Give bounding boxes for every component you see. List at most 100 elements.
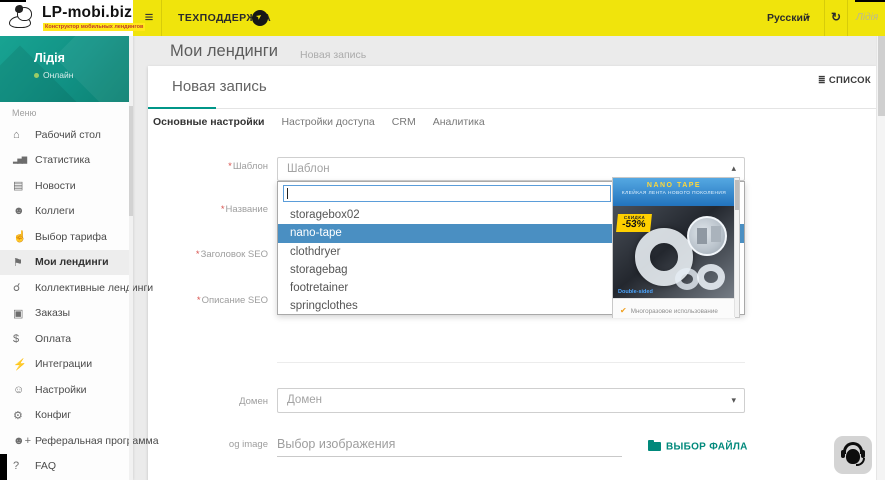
users-icon: ☻ [13, 205, 25, 218]
discount-badge: СКИДКА -53% [616, 214, 652, 232]
question-icon: ? [13, 460, 20, 473]
cart-icon: ▣ [13, 307, 24, 320]
dropdown-search-input[interactable] [283, 185, 611, 202]
preview-product-title: NANO TAPE [646, 182, 702, 189]
tape-roll-graphic [697, 264, 725, 290]
dog-logo-icon [7, 5, 37, 31]
brand-tagline: Конструктор мобильных лендингов [43, 23, 146, 31]
refresh-icon[interactable]: ↻ [831, 10, 841, 24]
hand-icon: ☝ [13, 231, 27, 244]
topbar-username[interactable]: Лідія [856, 12, 878, 23]
tab-основные-настройки[interactable]: Основные настройки [153, 109, 264, 135]
preview-feature-row: ✔ Многоразовое использование [613, 298, 735, 318]
sidebar-item-коллеги[interactable]: ☻ Коллеги [0, 199, 129, 225]
sidebar-item-label: Настройки [35, 383, 87, 396]
dollar-icon: $ [13, 332, 20, 345]
page-scrollbar[interactable] [876, 36, 885, 480]
domain-select[interactable]: Домен ▾ [277, 388, 745, 413]
sidebar-item-label: Мои лендинги [35, 256, 109, 269]
breadcrumb: Новая запись [300, 49, 367, 61]
sidebar-item-label: Выбор тарифа [35, 230, 107, 243]
user-plus-icon: ☻+ [13, 434, 31, 447]
sidebar-item-faq[interactable]: ? FAQ [0, 454, 129, 480]
sidebar-item-label: Заказы [35, 307, 71, 320]
preview-caption: Double-sided [618, 289, 653, 295]
landing-icon: ⚑ [13, 256, 23, 269]
tabbar: Основные настройки Настройки доступа CRM Ан… [148, 109, 485, 135]
topbar-divider [847, 0, 848, 36]
sidebar-user-status: Онлайн [34, 70, 73, 80]
sidebar-item-реферальная-программа[interactable]: ☻+ Реферальная программа [0, 428, 159, 454]
sidebar-toggle-button[interactable]: ≡ [139, 8, 159, 28]
form-divider [277, 362, 745, 363]
sidebar-item-настройки[interactable]: ☺ Настройки [0, 377, 129, 403]
person-icon: ☺ [13, 383, 25, 396]
preview-banner-header: NANO TAPE КЛЕЙКАЯ ЛЕНТА НОВОГО ПОКОЛЕНИЯ [613, 178, 735, 206]
sidebar-item-выбор-тарифа[interactable]: ☝ Выбор тарифа [0, 224, 129, 250]
news-icon: ▤ [13, 180, 24, 193]
video-artifact [855, 0, 885, 2]
text-cursor [287, 188, 288, 199]
sidebar-user-name: Лідія [34, 51, 65, 65]
list-button[interactable]: ≣ СПИСОК [818, 75, 871, 86]
logo-block[interactable]: LP-mobi.biz Конструктор мобильных лендин… [0, 0, 146, 36]
support-chat-widget[interactable] [834, 436, 872, 474]
sidebar-item-label: Реферальная программа [35, 434, 159, 447]
page-title: Мои лендинги [170, 42, 279, 60]
tab-crm[interactable]: CRM [392, 109, 416, 135]
language-selector[interactable]: Русский [767, 12, 809, 24]
gear-icon: ⚙ [13, 409, 23, 422]
telegram-icon[interactable]: ➤ [252, 10, 268, 26]
template-preview-popup: NANO TAPE КЛЕЙКАЯ ЛЕНТА НОВОГО ПОКОЛЕНИЯ… [612, 177, 740, 318]
sidebar-item-label: Оплата [35, 332, 72, 345]
sidebar-item-рабочий-стол[interactable]: ⌂ Рабочий стол [0, 122, 129, 148]
og-image-input[interactable]: Выбор изображения [277, 437, 395, 451]
sidebar-menu: ⌂ Рабочий стол ▂▅▇ Статистика ▤ Новости ☻ Колле… [0, 122, 159, 480]
sidebar-item-новости[interactable]: ▤ Новости [0, 173, 129, 199]
sidebar-item-label: Статистика [35, 154, 91, 167]
tab-настройки-доступа[interactable]: Настройки доступа [281, 109, 374, 135]
sidebar-item-статистика[interactable]: ▂▅▇ Статистика [0, 148, 129, 174]
og-image-underline [277, 456, 622, 457]
sidebar-item-интеграции[interactable]: ⚡ Интеграции [0, 352, 129, 378]
sidebar-item-оплата[interactable]: $ Оплата [0, 326, 129, 352]
preview-scrollbar[interactable] [734, 178, 739, 317]
video-artifact [0, 454, 7, 480]
topbar-divider [824, 0, 825, 36]
video-artifact [0, 0, 26, 2]
template-select-placeholder: Шаблон [287, 163, 330, 175]
sidebar-user-panel: Лідія Онлайн [0, 36, 133, 102]
online-dot-icon [34, 73, 39, 79]
sidebar-scrollbar[interactable] [129, 36, 133, 480]
topbar-divider [161, 0, 162, 36]
sidebar-item-label: Коллективные лендинги [35, 281, 154, 294]
sidebar-item-label: Интеграции [35, 358, 93, 371]
preview-product-subtitle: КЛЕЙКАЯ ЛЕНТА НОВОГО ПОКОЛЕНИЯ [621, 191, 727, 196]
choose-file-button[interactable]: ВЫБОР ФАЙЛА [648, 438, 748, 456]
sidebar-item-конфиг[interactable]: ⚙ Конфиг [0, 403, 129, 429]
preview-product-image: СКИДКА -53% Double-sided [613, 206, 735, 298]
sidebar: Лідія Онлайн Меню ⌂ Рабочий стол ▂▅▇ Статис… [0, 36, 159, 480]
card-title: Новая запись [172, 78, 267, 95]
sidebar-item-заказы[interactable]: ▣ Заказы [0, 301, 129, 327]
check-icon: ✔ [620, 306, 627, 315]
home-icon: ⌂ [13, 128, 20, 141]
plug-icon: ⚡ [13, 358, 27, 371]
brand-title[interactable]: LP-mobi.biz [42, 4, 132, 22]
tape-roll-graphic [675, 268, 699, 290]
domain-select-placeholder: Домен [287, 394, 322, 406]
sidebar-item-label: Конфиг [35, 409, 72, 422]
sidebar-item-label: Коллеги [35, 205, 75, 218]
chevron-up-icon: ▴ [731, 163, 736, 173]
sidebar-item-коллективные-лендинги[interactable]: ☌ Коллективные лендинги [0, 275, 153, 301]
list-icon: ≣ [818, 75, 826, 85]
share-icon: ☌ [13, 282, 21, 295]
tab-аналитика[interactable]: Аналитика [433, 109, 485, 135]
menu-section-label: Меню [12, 108, 37, 118]
chevron-down-icon: ▾ [731, 395, 736, 405]
folder-icon [648, 440, 661, 452]
sidebar-item-мои-лендинги[interactable]: ⚑ Мои лендинги [0, 249, 129, 275]
chart-icon: ▂▅▇ [13, 157, 27, 165]
chevron-down-icon: ▾ [806, 13, 811, 22]
sidebar-item-label: Рабочий стол [35, 128, 101, 141]
